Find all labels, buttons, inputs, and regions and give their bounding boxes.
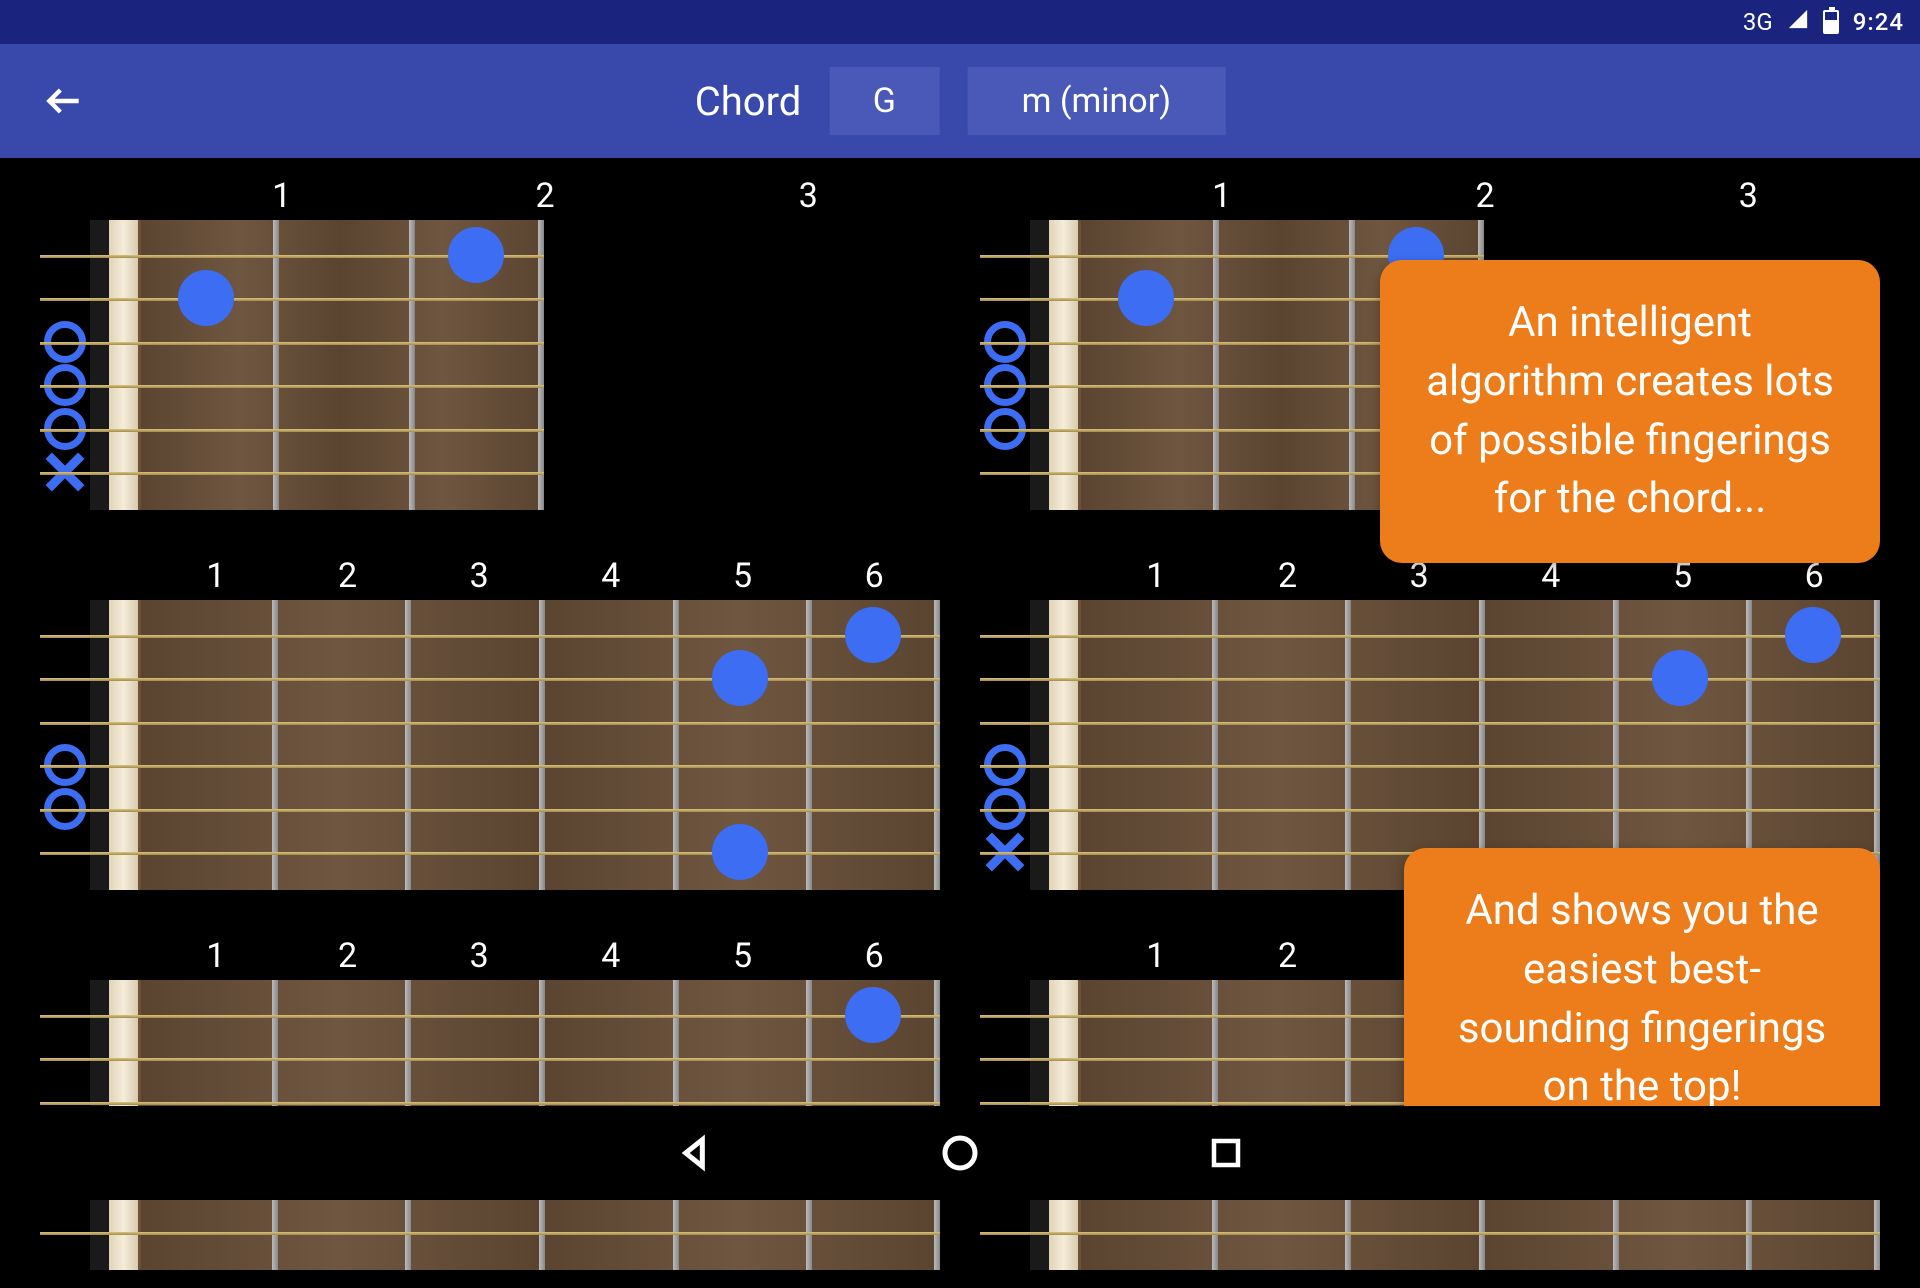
- clock: 9:24: [1853, 8, 1904, 36]
- battery-icon: [1823, 10, 1839, 34]
- fret-number: 2: [282, 556, 414, 596]
- fret-number: 1: [150, 176, 413, 216]
- fret-number: 1: [150, 936, 282, 976]
- fret-number: 4: [545, 936, 677, 976]
- fret-number: 2: [1222, 556, 1354, 596]
- app-bar: Chord G m (minor): [0, 44, 1920, 158]
- back-button[interactable]: [40, 77, 88, 125]
- fret-number: 1: [150, 556, 282, 596]
- fret-number: 3: [413, 936, 545, 976]
- muted-string-marker: [44, 451, 86, 493]
- finger-dot: [178, 270, 234, 326]
- android-nav-bar: [0, 1106, 1920, 1200]
- finger-dot: [712, 824, 768, 880]
- chord-diagram[interactable]: 123456: [40, 936, 940, 1270]
- open-string-marker: [44, 364, 86, 406]
- tooltip-callout: An intelligent algorithm creates lots of…: [1380, 260, 1880, 563]
- finger-dot: [845, 987, 901, 1043]
- fret-number: 2: [1222, 936, 1354, 976]
- fret-number: 1: [1090, 556, 1222, 596]
- fret-number: 1: [1090, 176, 1353, 216]
- fret-number: 3: [413, 556, 545, 596]
- fret-number: 6: [808, 936, 940, 976]
- fret-number: 2: [282, 936, 414, 976]
- fret-number: 5: [677, 556, 809, 596]
- fret-number: 4: [545, 556, 677, 596]
- chord-diagram[interactable]: 123456: [980, 556, 1880, 890]
- open-string-marker: [984, 744, 1026, 786]
- fret-number: 6: [808, 556, 940, 596]
- open-string-marker: [984, 321, 1026, 363]
- open-string-marker: [44, 788, 86, 830]
- fret-number: 1: [1090, 936, 1222, 976]
- chord-results: 123 123 123456 123456 123456 123456 An i…: [0, 158, 1920, 1106]
- muted-string-marker: [984, 831, 1026, 873]
- finger-dot: [1785, 607, 1841, 663]
- chord-diagram[interactable]: 123: [40, 176, 940, 510]
- network-label: 3G: [1743, 8, 1773, 36]
- open-string-marker: [984, 788, 1026, 830]
- signal-icon: [1787, 8, 1809, 36]
- open-string-marker: [984, 364, 1026, 406]
- open-string-marker: [984, 408, 1026, 450]
- chord-label: Chord: [695, 78, 802, 125]
- open-string-marker: [44, 321, 86, 363]
- open-string-marker: [44, 744, 86, 786]
- finger-dot: [1652, 650, 1708, 706]
- finger-dot: [448, 227, 504, 283]
- fret-number: 5: [677, 936, 809, 976]
- nav-home-icon[interactable]: [937, 1130, 983, 1176]
- fret-number: 3: [1617, 176, 1880, 216]
- finger-dot: [712, 650, 768, 706]
- chord-quality-selector[interactable]: m (minor): [967, 67, 1225, 135]
- finger-dot: [845, 607, 901, 663]
- fret-number: 3: [677, 176, 940, 216]
- chord-diagram[interactable]: 123456: [40, 556, 940, 890]
- fret-number: 2: [413, 176, 676, 216]
- open-string-marker: [44, 408, 86, 450]
- finger-dot: [1118, 270, 1174, 326]
- chord-root-selector[interactable]: G: [829, 67, 939, 135]
- nav-back-icon[interactable]: [671, 1130, 717, 1176]
- fret-number: 2: [1353, 176, 1616, 216]
- nav-recent-icon[interactable]: [1203, 1130, 1249, 1176]
- android-status-bar: 3G 9:24: [0, 0, 1920, 44]
